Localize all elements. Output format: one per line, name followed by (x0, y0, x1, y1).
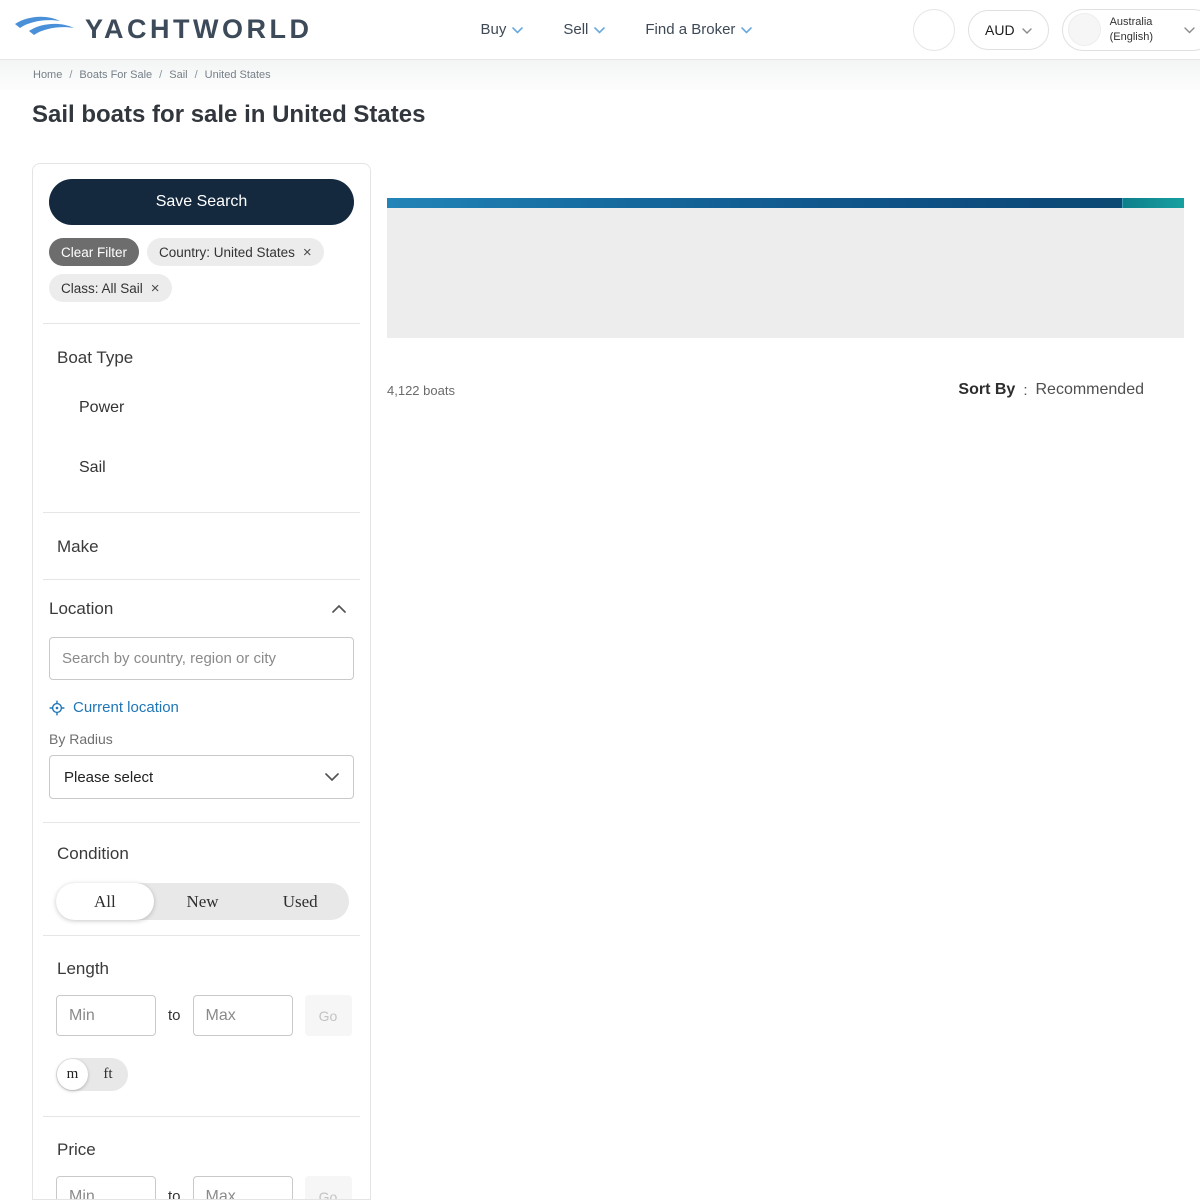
chevron-down-icon (1021, 27, 1032, 34)
banner-ocean-strip-teal (1122, 198, 1184, 208)
currency-selector[interactable]: AUD (968, 9, 1049, 50)
breadcrumb-separator: / (194, 69, 198, 81)
section-divider (43, 512, 360, 513)
length-max-input[interactable] (192, 995, 293, 1036)
chevron-down-icon (594, 27, 606, 34)
length-go-button[interactable]: Go (304, 995, 352, 1036)
length-range-row: to Go (56, 995, 354, 1036)
make-section-title[interactable]: Make (57, 537, 354, 557)
chevron-down-icon (325, 773, 339, 781)
wave-logo-icon (14, 14, 78, 45)
boat-type-option-power[interactable]: Power (79, 399, 354, 417)
length-section-title: Length (57, 959, 109, 978)
sort-by-value-dropdown[interactable]: Recommended (1036, 381, 1145, 399)
radius-selected-value: Please select (64, 768, 154, 786)
sort-by-separator: : (1023, 381, 1028, 399)
condition-option-used[interactable]: Used (251, 883, 349, 920)
boat-type-section-title: Boat Type (57, 348, 134, 367)
condition-option-all[interactable]: All (56, 883, 154, 920)
nav-sell-label: Sell (563, 21, 589, 38)
condition-section-title: Condition (57, 844, 129, 863)
active-filter-chips: Clear Filter Country: United States × Cl… (49, 238, 354, 302)
price-go-button[interactable]: Go (304, 1176, 352, 1199)
nav-sell[interactable]: Sell (563, 21, 606, 38)
content-area: Save Search Clear Filter Country: United… (0, 163, 1200, 1200)
unit-option-ft[interactable]: ft (88, 1066, 128, 1083)
by-radius-label: By Radius (49, 731, 113, 747)
section-divider (43, 1116, 360, 1117)
boat-type-option-sail[interactable]: Sail (79, 459, 354, 477)
breadcrumb-current: United States (204, 69, 271, 81)
filter-chip-class-label: Class: All Sail (61, 280, 143, 296)
results-area: 4,122 boats Sort By : Recommended (387, 163, 1200, 399)
radius-select-dropdown[interactable]: Please select (49, 755, 354, 799)
length-to-label: to (168, 1007, 181, 1024)
main-nav: Buy Sell Find a Broker (481, 21, 753, 38)
filter-chip-country[interactable]: Country: United States × (147, 238, 324, 266)
nav-buy[interactable]: Buy (481, 21, 524, 38)
results-count: 4,122 boats (387, 382, 455, 398)
breadcrumb: Home / Boats For Sale / Sail / United St… (0, 60, 1200, 90)
breadcrumb-sail[interactable]: Sail (169, 69, 187, 81)
length-min-input[interactable] (56, 995, 156, 1036)
chevron-down-icon (1184, 27, 1195, 34)
chevron-down-icon (512, 27, 524, 34)
brand-name: YACHTWORLD (85, 14, 313, 44)
location-section-title: Location (49, 599, 114, 618)
unit-option-m[interactable]: m (57, 1059, 88, 1090)
filter-chip-country-label: Country: United States (159, 244, 295, 260)
condition-toggle: All New Used (56, 883, 349, 920)
save-search-button[interactable]: Save Search (49, 179, 354, 225)
breadcrumb-boats-for-sale[interactable]: Boats For Sale (79, 69, 152, 81)
page-title: Sail boats for sale in United States (32, 101, 426, 128)
filter-chip-class[interactable]: Class: All Sail × (49, 274, 172, 302)
condition-option-new[interactable]: New (154, 883, 252, 920)
crosshair-target-icon (49, 700, 65, 715)
price-range-row: to Go (56, 1176, 354, 1200)
section-divider (43, 822, 360, 823)
sort-by-control: Sort By : Recommended (958, 381, 1144, 399)
sort-by-label: Sort By (958, 381, 1016, 398)
chevron-up-icon[interactable] (332, 605, 346, 613)
top-nav-bar: YACHTWORLD Buy Sell Find a Broker AUD Au… (0, 0, 1200, 60)
yachtworld-logo[interactable]: YACHTWORLD (14, 14, 313, 45)
breadcrumb-home[interactable]: Home (33, 69, 62, 81)
chevron-down-icon (741, 27, 753, 34)
section-divider (43, 935, 360, 936)
currency-label: AUD (985, 21, 1015, 38)
x-mark-icon[interactable]: × (303, 245, 312, 260)
section-divider (43, 323, 360, 324)
price-to-label: to (168, 1188, 181, 1200)
results-header-bar: 4,122 boats Sort By : Recommended (387, 381, 1184, 399)
promo-banner-image (387, 198, 1184, 338)
length-unit-toggle: m ft (56, 1058, 128, 1091)
current-location-label: Current location (73, 699, 179, 716)
filter-sidebar: Save Search Clear Filter Country: United… (32, 163, 371, 1200)
section-divider (43, 579, 360, 580)
nav-find-a-broker-label: Find a Broker (645, 21, 736, 38)
x-mark-icon[interactable]: × (151, 281, 160, 296)
flag-circle-icon (1067, 13, 1101, 46)
price-max-input[interactable] (192, 1176, 293, 1199)
nav-find-a-broker[interactable]: Find a Broker (645, 21, 753, 38)
header-right-cluster: AUD Australia (English) (913, 8, 1200, 51)
current-location-link[interactable]: Current location (49, 699, 179, 716)
price-min-input[interactable] (56, 1176, 156, 1199)
profile-circle-button[interactable] (913, 8, 956, 51)
nav-buy-label: Buy (480, 21, 507, 38)
location-section-header[interactable]: Location (49, 599, 354, 619)
breadcrumb-separator: / (69, 69, 73, 81)
location-search-input[interactable] (49, 637, 354, 680)
locale-selector[interactable]: Australia (English) (1061, 8, 1200, 51)
banner-ocean-strip (387, 198, 1184, 208)
price-section-title: Price (57, 1140, 96, 1159)
clear-filter-chip[interactable]: Clear Filter (49, 238, 140, 266)
locale-label: Australia (English) (1109, 16, 1153, 43)
breadcrumb-separator: / (159, 69, 163, 81)
